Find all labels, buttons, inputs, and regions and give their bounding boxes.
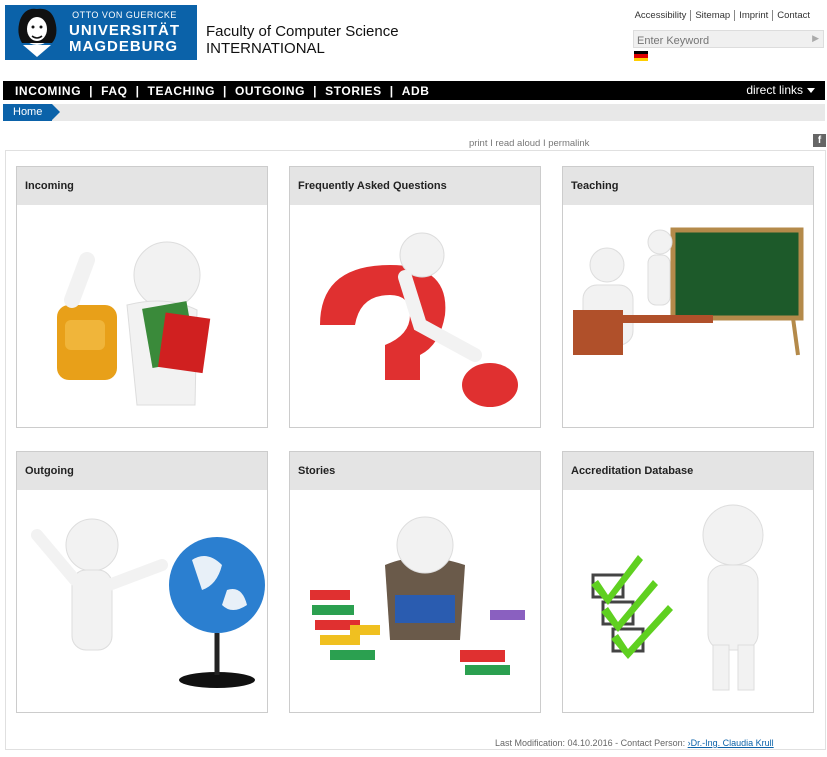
reading-among-books-image[interactable] (290, 490, 540, 712)
tools-separator: I (490, 138, 493, 149)
nav-faq[interactable]: FAQ (101, 84, 127, 98)
faculty-subtitle: INTERNATIONAL (206, 40, 325, 57)
card-title[interactable]: Teaching (563, 167, 813, 205)
footer: Last Modification: 04.10.2016 - Contact … (495, 738, 774, 748)
nav-incoming[interactable]: INCOMING (15, 84, 81, 98)
contact-person-link[interactable]: ›Dr.-Ing. Claudia Krull (688, 738, 774, 748)
card-accreditation-database[interactable]: Accreditation Database (562, 451, 814, 713)
question-mark-figure-image[interactable] (290, 205, 540, 427)
nav-teaching[interactable]: TEACHING (148, 84, 215, 98)
sitemap-link[interactable]: Sitemap (690, 10, 734, 21)
nav-separator: | (135, 83, 140, 98)
nav-separator: | (389, 83, 394, 98)
faculty-name: Faculty of Computer Science (206, 23, 399, 40)
tools-separator: I (542, 138, 546, 149)
imprint-link[interactable]: Imprint (734, 10, 772, 21)
direct-links-label: direct links (746, 83, 803, 97)
teacher-at-blackboard-image[interactable] (563, 205, 813, 427)
nav-separator: | (313, 83, 318, 98)
student-with-backpack-image[interactable] (17, 205, 267, 427)
figure-with-globe-image[interactable] (17, 490, 267, 712)
faculty-title: Faculty of Computer Science INTERNATIONA… (206, 23, 399, 57)
card-outgoing[interactable]: Outgoing (16, 451, 268, 713)
german-flag-icon[interactable] (634, 51, 648, 61)
last-modification-text: Last Modification: 04.10.2016 - Contact … (495, 738, 686, 748)
facebook-icon[interactable]: f (813, 134, 826, 147)
permalink-link[interactable]: permalink (548, 138, 589, 149)
logo-line2: UNIVERSITÄT (69, 22, 181, 39)
main-navigation: INCOMING | FAQ | TEACHING | OUTGOING | STORI… (3, 81, 825, 100)
accessibility-link[interactable]: Accessibility (631, 10, 691, 21)
nav-separator: | (89, 83, 94, 98)
card-title[interactable]: Outgoing (17, 452, 267, 490)
direct-links-dropdown[interactable]: direct links (746, 83, 815, 97)
search-submit-icon[interactable]: ▶ (812, 33, 819, 44)
guericke-portrait-icon (5, 5, 69, 60)
nav-separator: | (223, 83, 227, 98)
card-title[interactable]: Accreditation Database (563, 452, 813, 490)
chevron-down-icon (807, 88, 815, 94)
top-links: Accessibility Sitemap Imprint Contact (631, 10, 814, 21)
card-title[interactable]: Incoming (17, 167, 267, 205)
breadcrumb: Home (3, 104, 825, 121)
nav-stories[interactable]: STORIES (325, 84, 382, 98)
card-title[interactable]: Stories (290, 452, 540, 490)
breadcrumb-home[interactable]: Home (3, 104, 61, 121)
contact-person-name: Dr.-Ing. Claudia Krull (690, 738, 774, 748)
print-link[interactable]: print (469, 138, 487, 149)
university-logo[interactable]: OTTO VON GUERICKE UNIVERSITÄT MAGDEBURG (5, 5, 197, 60)
nav-adb[interactable]: ADB (402, 84, 430, 98)
card-title[interactable]: Frequently Asked Questions (290, 167, 540, 205)
card-faq[interactable]: Frequently Asked Questions (289, 166, 541, 428)
logo-line3: MAGDEBURG (69, 38, 178, 55)
checkmarks-figure-image[interactable] (563, 490, 813, 712)
logo-text: OTTO VON GUERICKE UNIVERSITÄT MAGDEBURG (69, 10, 181, 55)
read-aloud-link[interactable]: read aloud (495, 138, 540, 149)
card-stories[interactable]: Stories (289, 451, 541, 713)
logo-line1: OTTO VON GUERICKE (72, 10, 177, 20)
search-input[interactable] (634, 33, 810, 49)
card-incoming[interactable]: Incoming (16, 166, 268, 428)
search-box: ▶ (633, 30, 824, 49)
page-tools: print I read aloud I permalink (469, 138, 589, 149)
contact-link[interactable]: Contact (772, 10, 814, 21)
nav-outgoing[interactable]: OUTGOING (235, 84, 305, 98)
card-teaching[interactable]: Teaching (562, 166, 814, 428)
